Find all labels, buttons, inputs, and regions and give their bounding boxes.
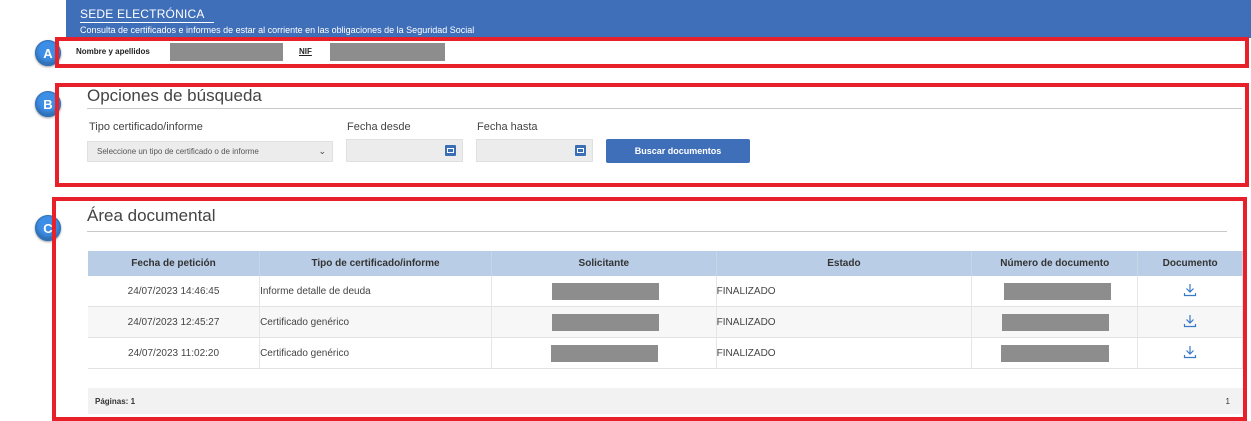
calendar-icon[interactable]: [575, 145, 586, 156]
document-area-title: Área documental: [87, 206, 216, 225]
cell-fecha: 24/07/2023 14:46:45: [88, 276, 261, 307]
col-estado-header[interactable]: Estado: [716, 251, 973, 276]
header-banner: SEDE ELECTRÓNICA Consulta de certificado…: [66, 0, 1251, 38]
cell-fecha: 24/07/2023 11:02:20: [88, 337, 261, 369]
fecha-desde-label: Fecha desde: [347, 121, 411, 133]
numero-redacted: [1002, 314, 1110, 331]
col-documento-header: Documento: [1137, 251, 1243, 276]
cell-solicitante: [491, 306, 717, 338]
pages-label: Páginas: 1: [95, 397, 136, 406]
site-title: SEDE ELECTRÓNICA: [80, 7, 205, 21]
cell-estado: FINALIZADO: [716, 337, 973, 369]
calendar-icon[interactable]: [445, 145, 456, 156]
cell-numero: [971, 276, 1139, 307]
cell-tipo: Certificado genérico: [259, 306, 492, 338]
cell-solicitante: [491, 276, 717, 307]
tipo-label: Tipo certificado/informe: [89, 121, 203, 133]
nombre-redacted: [170, 43, 283, 61]
documents-table: Fecha de petición Tipo de certificado/in…: [88, 251, 1243, 369]
cell-solicitante: [491, 337, 717, 369]
title-underline: [80, 22, 214, 23]
solicitante-redacted: [552, 314, 659, 331]
cell-documento: [1137, 276, 1243, 307]
buscar-documentos-button[interactable]: Buscar documentos: [606, 139, 750, 163]
cell-fecha: 24/07/2023 12:45:27: [88, 306, 261, 338]
table-row: 24/07/2023 11:02:20 Certificado genérico…: [88, 337, 1243, 369]
table-row: 24/07/2023 14:46:45 Informe detalle de d…: [88, 276, 1243, 307]
cell-tipo: Certificado genérico: [259, 337, 492, 369]
chevron-down-icon: ⌄: [318, 146, 326, 156]
cell-numero: [971, 306, 1139, 338]
cell-numero: [971, 337, 1139, 369]
tipo-select[interactable]: Seleccione un tipo de certificado o de i…: [87, 141, 333, 162]
col-tipo-header[interactable]: Tipo de certificado/informe: [259, 251, 492, 276]
tipo-select-value: Seleccione un tipo de certificado o de i…: [97, 147, 259, 156]
col-numero-header[interactable]: Número de documento: [971, 251, 1139, 276]
download-icon[interactable]: [1183, 283, 1197, 300]
fecha-hasta-label: Fecha hasta: [477, 121, 538, 133]
cell-documento: [1137, 337, 1243, 369]
fecha-desde-input[interactable]: [346, 139, 463, 162]
numero-redacted: [1004, 283, 1112, 300]
download-icon[interactable]: [1183, 345, 1197, 362]
nombre-label: Nombre y apellidos: [76, 47, 150, 56]
cell-tipo: Informe detalle de deuda: [259, 276, 492, 307]
page-number[interactable]: 1: [1226, 397, 1230, 406]
nif-redacted: [330, 43, 445, 61]
col-solicitante-header[interactable]: Solicitante: [491, 251, 717, 276]
search-options-title: Opciones de búsqueda: [87, 86, 262, 105]
pagination-bar: Páginas: 1 1: [88, 388, 1243, 414]
solicitante-redacted: [552, 283, 659, 300]
search-divider: [87, 108, 1242, 109]
col-fecha-header[interactable]: Fecha de petición: [88, 251, 261, 276]
cell-estado: FINALIZADO: [716, 276, 973, 307]
page-subtitle: Consulta de certificados e informes de e…: [80, 25, 475, 35]
cell-estado: FINALIZADO: [716, 306, 973, 338]
download-icon[interactable]: [1183, 314, 1197, 331]
cell-documento: [1137, 306, 1243, 338]
table-header-row: Fecha de petición Tipo de certificado/in…: [88, 251, 1243, 276]
nif-label: NIF: [299, 47, 312, 56]
document-divider: [87, 231, 1227, 232]
fecha-hasta-input[interactable]: [476, 139, 593, 162]
numero-redacted: [1001, 345, 1110, 362]
solicitante-redacted: [551, 345, 658, 362]
table-row: 24/07/2023 12:45:27 Certificado genérico…: [88, 306, 1243, 338]
